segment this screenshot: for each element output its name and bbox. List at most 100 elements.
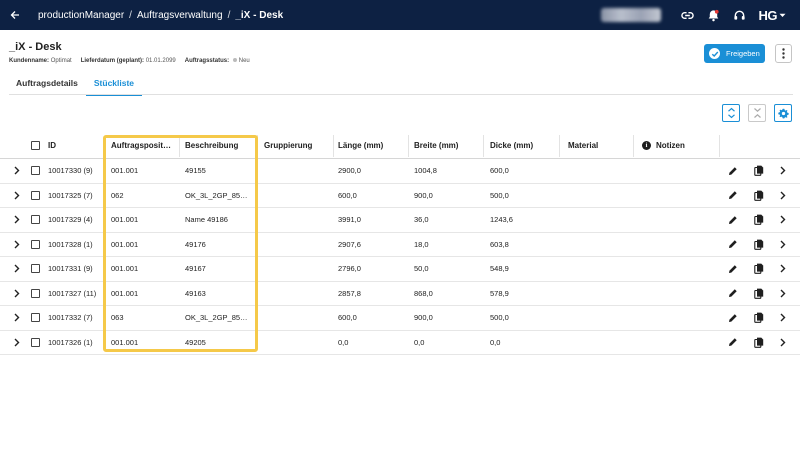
row-id: 10017326 (1): [48, 337, 93, 347]
edit-pencil-icon[interactable]: [726, 233, 740, 257]
tab-divider: [9, 94, 793, 95]
edit-pencil-icon[interactable]: [726, 282, 740, 306]
row-checkbox[interactable]: [31, 337, 40, 347]
edit-pencil-icon[interactable]: [726, 159, 740, 183]
row-checkbox[interactable]: [31, 166, 40, 176]
row-checkbox-cell: [31, 208, 41, 232]
open-row-chevron-icon[interactable]: [777, 233, 789, 257]
row-notes: [642, 159, 712, 183]
column-header-material[interactable]: Material: [568, 133, 628, 158]
row-thickness: 600,0: [490, 166, 509, 176]
copy-icon[interactable]: [752, 184, 766, 208]
row-checkbox-cell: [31, 282, 41, 306]
company-logo-menu[interactable]: HG: [759, 8, 787, 23]
expand-row-chevron-icon[interactable]: [10, 306, 24, 330]
column-header-length[interactable]: Länge (mm): [338, 133, 408, 158]
row-grouping: [264, 331, 334, 355]
column-header-grouping[interactable]: Gruppierung: [264, 133, 334, 158]
row-notes: [642, 282, 712, 306]
approve-button[interactable]: Freigeben: [704, 44, 765, 63]
row-checkbox[interactable]: [31, 190, 40, 200]
open-row-chevron-icon[interactable]: [777, 306, 789, 330]
table-row[interactable]: 10017326 (1) 001.001 49205 0,0 0,0 0,0: [0, 331, 800, 355]
row-length: 3991,0: [338, 215, 361, 225]
copy-icon[interactable]: [752, 282, 766, 306]
row-length: 2857,8: [338, 288, 361, 298]
row-checkbox-cell: [31, 233, 41, 257]
row-checkbox[interactable]: [31, 239, 40, 249]
row-checkbox[interactable]: [31, 215, 40, 225]
support-headset-icon[interactable]: [727, 0, 753, 30]
column-header-thickness[interactable]: Dicke (mm): [490, 133, 560, 158]
expand-row-chevron-icon[interactable]: [10, 184, 24, 208]
table-row[interactable]: 10017331 (9) 001.001 49167 2796,0 50,0 5…: [0, 257, 800, 282]
column-header-notes[interactable]: i Notizen: [642, 133, 712, 158]
table-row[interactable]: 10017329 (4) 001.001 Name 49186 3991,0 3…: [0, 208, 800, 233]
expand-row-chevron-icon[interactable]: [10, 208, 24, 232]
edit-pencil-icon[interactable]: [726, 184, 740, 208]
table-body: 10017330 (9) 001.001 49155 2900,0 1004,8…: [0, 159, 800, 355]
expand-all-button[interactable]: [722, 104, 740, 122]
row-notes: [642, 184, 712, 208]
status-dot-icon: [232, 58, 237, 62]
table-row[interactable]: 10017327 (11) 001.001 49163 2857,8 868,0…: [0, 282, 800, 306]
row-width: 18,0: [414, 239, 429, 249]
row-checkbox[interactable]: [31, 288, 40, 298]
open-row-chevron-icon[interactable]: [777, 282, 789, 306]
copy-icon[interactable]: [752, 233, 766, 257]
expand-row-chevron-icon[interactable]: [10, 257, 24, 281]
open-row-chevron-icon[interactable]: [777, 331, 789, 355]
table-row[interactable]: 10017332 (7) 063 OK_3L_2GP_85… 600,0 900…: [0, 306, 800, 331]
table-row[interactable]: 10017330 (9) 001.001 49155 2900,0 1004,8…: [0, 159, 800, 184]
parts-table: ID Auftragsposit… Beschreibung Gruppieru…: [0, 133, 800, 355]
expand-row-chevron-icon[interactable]: [10, 159, 24, 183]
expand-row-chevron-icon[interactable]: [10, 282, 24, 306]
table-row[interactable]: 10017325 (7) 062 OK_3L_2GP_85… 600,0 900…: [0, 184, 800, 208]
row-notes: [642, 331, 712, 355]
edit-pencil-icon[interactable]: [726, 257, 740, 281]
row-id: 10017330 (9): [48, 166, 93, 176]
open-row-chevron-icon[interactable]: [777, 184, 789, 208]
more-options-button[interactable]: [775, 44, 792, 63]
copy-icon[interactable]: [752, 208, 766, 232]
edit-pencil-icon[interactable]: [726, 331, 740, 355]
open-row-chevron-icon[interactable]: [777, 257, 789, 281]
edit-pencil-icon[interactable]: [726, 306, 740, 330]
collapse-all-button[interactable]: [748, 104, 766, 122]
select-all-checkbox[interactable]: [31, 141, 40, 150]
tab-stueckliste[interactable]: Stückliste: [85, 76, 143, 96]
row-length: 0,0: [338, 337, 349, 347]
column-header-position[interactable]: Auftragsposit…: [111, 133, 177, 158]
column-header-id[interactable]: ID: [48, 133, 98, 158]
tab-auftragsdetails[interactable]: Auftragsdetails: [9, 76, 86, 96]
open-row-chevron-icon[interactable]: [777, 208, 789, 232]
column-divider: [408, 135, 409, 157]
link-icon[interactable]: [675, 0, 701, 30]
row-length: 600,0: [338, 190, 357, 200]
open-row-chevron-icon[interactable]: [777, 159, 789, 183]
copy-icon[interactable]: [752, 159, 766, 183]
table-row[interactable]: 10017328 (1) 001.001 49176 2907,6 18,0 6…: [0, 233, 800, 257]
copy-icon[interactable]: [752, 306, 766, 330]
back-arrow-icon[interactable]: [0, 0, 30, 30]
breadcrumb-item-production-manager[interactable]: productionManager: [38, 10, 124, 21]
expand-row-chevron-icon[interactable]: [10, 331, 24, 355]
copy-icon[interactable]: [752, 257, 766, 281]
copy-icon[interactable]: [752, 331, 766, 355]
edit-pencil-icon[interactable]: [726, 208, 740, 232]
table-settings-button[interactable]: [774, 104, 792, 122]
row-width: 0,0: [414, 337, 425, 347]
row-length: 2907,6: [338, 239, 361, 249]
approve-button-label: Freigeben: [726, 49, 760, 58]
column-header-width[interactable]: Breite (mm): [414, 133, 484, 158]
row-checkbox[interactable]: [31, 264, 40, 274]
breadcrumb-item-auftragsverwaltung[interactable]: Auftragsverwaltung: [137, 10, 223, 21]
expand-row-chevron-icon[interactable]: [10, 233, 24, 257]
row-checkbox[interactable]: [31, 313, 40, 323]
column-header-description[interactable]: Beschreibung: [185, 133, 255, 158]
row-length: 600,0: [338, 313, 357, 323]
row-thickness: 578,9: [490, 288, 509, 298]
notification-bell-icon[interactable]: [701, 0, 727, 30]
customer-info: Kundenname: Optimat: [9, 58, 72, 64]
column-divider: [333, 135, 334, 157]
